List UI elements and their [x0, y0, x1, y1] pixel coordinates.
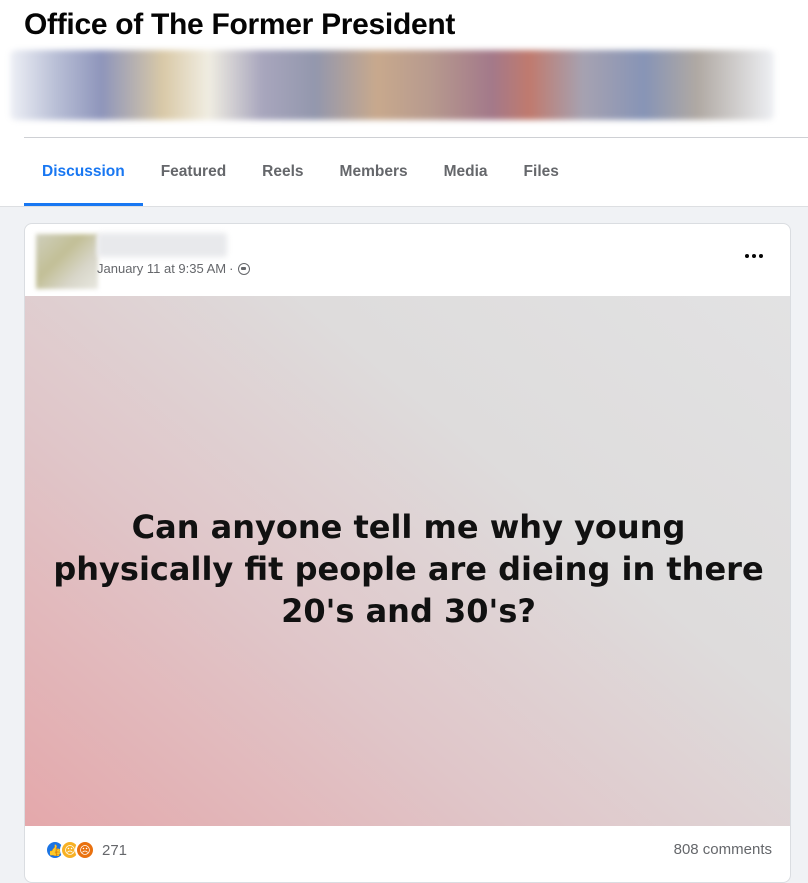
reaction-summary[interactable]: 👍 ☹ ☹ 271 [45, 839, 127, 861]
tab-members[interactable]: Members [322, 138, 426, 206]
group-title[interactable]: Office of The Former President [24, 8, 455, 42]
tab-reels[interactable]: Reels [244, 138, 321, 206]
blurred-member-strip [10, 50, 774, 120]
group-header: Office of The Former President Discussio… [0, 0, 808, 207]
reaction-count[interactable]: 271 [102, 842, 127, 859]
author-name-blurred[interactable] [97, 233, 227, 257]
dot-icon [752, 254, 756, 258]
group-tabs: Discussion Featured Reels Members Media … [24, 138, 577, 206]
comments-count-link[interactable]: 808 comments [674, 841, 772, 858]
tab-featured[interactable]: Featured [143, 138, 244, 206]
tab-media[interactable]: Media [426, 138, 506, 206]
post-text: Can anyone tell me why young physically … [53, 508, 764, 630]
post-meta: January 11 at 9:35 AM · [97, 261, 251, 276]
meta-separator: · [229, 261, 234, 276]
dot-icon [745, 254, 749, 258]
tab-discussion[interactable]: Discussion [24, 138, 143, 206]
more-options-button[interactable] [736, 244, 772, 268]
post-text-background: Can anyone tell me why young physically … [25, 296, 790, 826]
post-timestamp[interactable]: January 11 at 9:35 AM [97, 261, 226, 276]
dot-icon [759, 254, 763, 258]
tab-files[interactable]: Files [506, 138, 577, 206]
globe-icon [238, 262, 251, 275]
post-card: January 11 at 9:35 AM · Can anyone tell … [24, 223, 791, 883]
avatar[interactable] [36, 234, 98, 289]
angry-icon: ☹ [75, 840, 95, 860]
